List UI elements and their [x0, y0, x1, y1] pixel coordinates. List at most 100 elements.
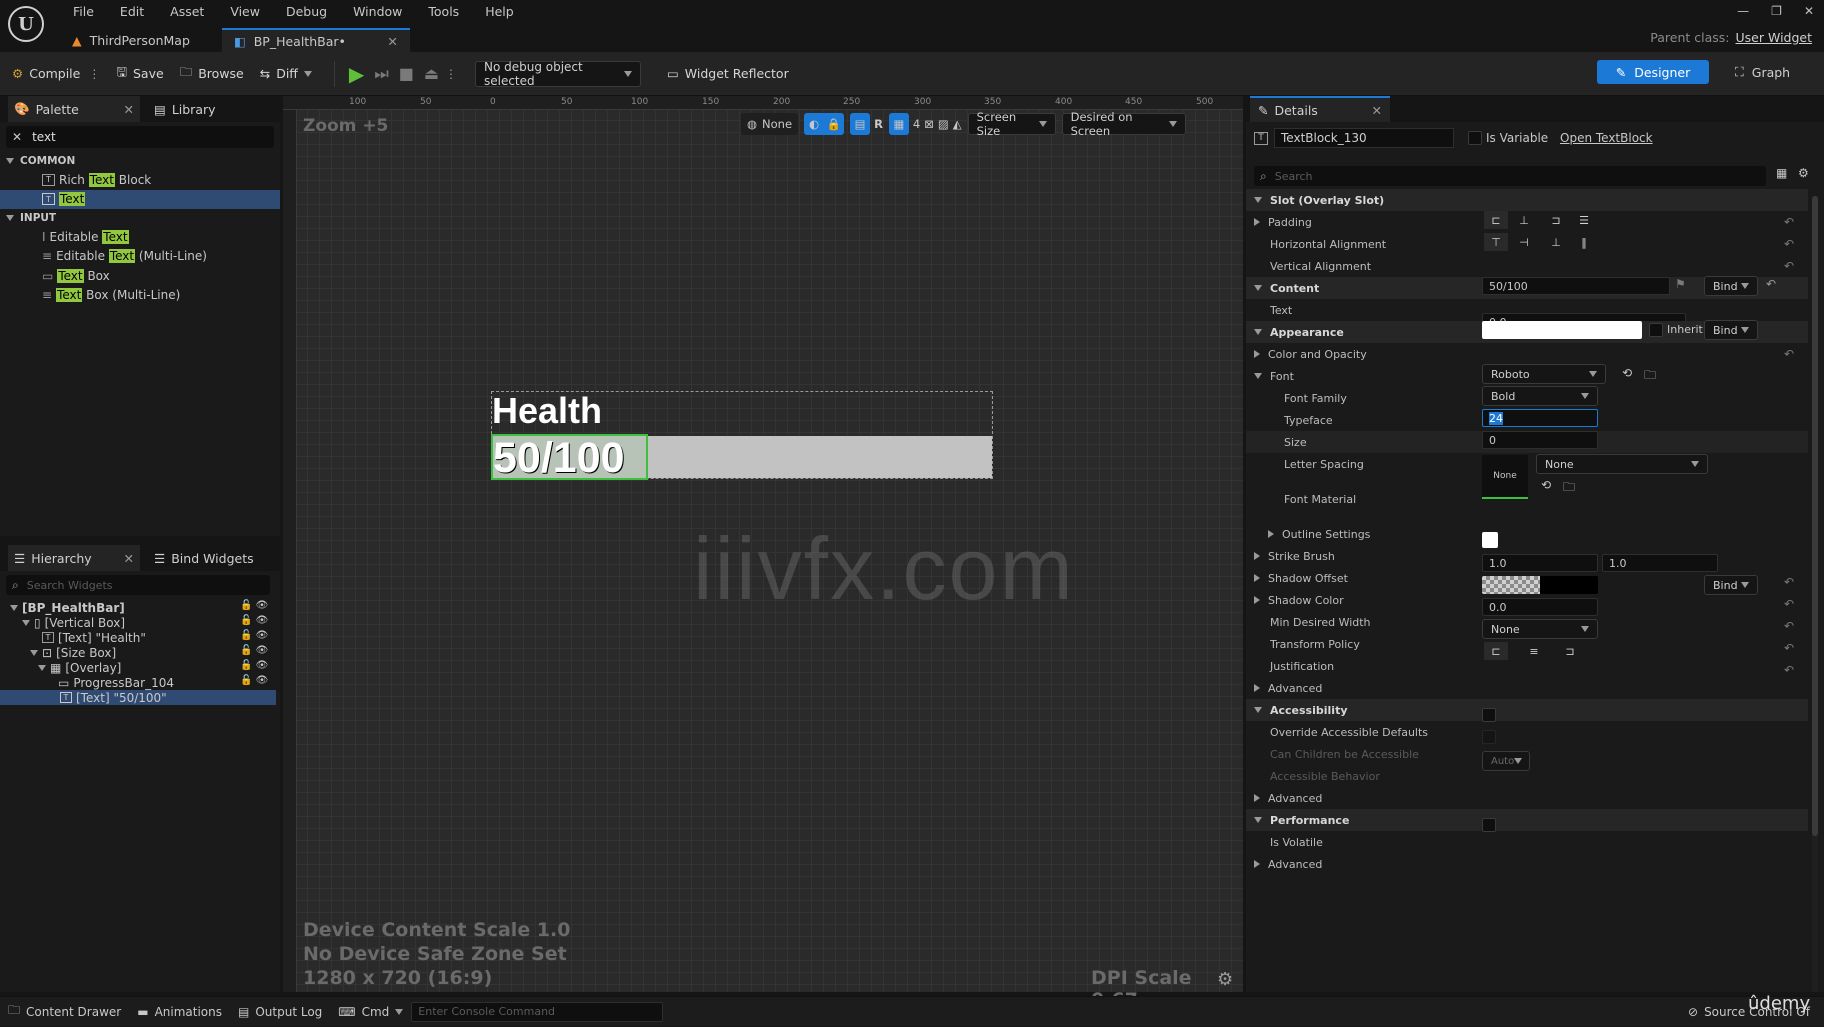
- output-log-button[interactable]: ▤ Output Log: [230, 997, 330, 1027]
- halign-center-icon[interactable]: ⊥: [1512, 211, 1536, 229]
- save-button[interactable]: 🖫 Save: [108, 60, 171, 88]
- respect-locks-icon[interactable]: ◐: [804, 113, 825, 135]
- inherit-checkbox[interactable]: [1649, 323, 1663, 337]
- color-bind-dropdown[interactable]: Bind: [1704, 320, 1758, 340]
- reset-text-icon[interactable]: ↶: [1766, 277, 1776, 291]
- background-none-button[interactable]: ◍ None: [741, 113, 799, 135]
- graph-button[interactable]: ⛶ Graph: [1735, 60, 1790, 84]
- eject-icon[interactable]: ⏏: [424, 64, 439, 83]
- section-slot[interactable]: Slot (Overlay Slot): [1246, 189, 1808, 211]
- tree-item-text-value[interactable]: T [Text] "50/100": [0, 690, 276, 705]
- diff-button[interactable]: ⇆ Diff: [252, 60, 320, 88]
- category-common[interactable]: COMMON: [0, 152, 280, 170]
- expand-icon[interactable]: [1268, 530, 1274, 538]
- compile-button[interactable]: ⚙ Compile: [4, 60, 88, 88]
- stop-icon[interactable]: ■: [399, 64, 414, 83]
- use-selected-icon[interactable]: ⟲: [1622, 366, 1632, 380]
- valign-center-icon[interactable]: ⊣: [1512, 233, 1536, 251]
- halign-left-icon[interactable]: ⊏: [1484, 211, 1508, 229]
- animations-button[interactable]: ▬ Animations: [129, 997, 230, 1027]
- r-toggle[interactable]: R: [874, 117, 883, 131]
- fill-mode-dropdown[interactable]: Desired on Screen: [1061, 110, 1186, 138]
- font-material-thumbnail[interactable]: None: [1482, 455, 1528, 499]
- restore-icon[interactable]: ❐: [1771, 4, 1782, 18]
- strike-brush-swatch[interactable]: [1482, 532, 1498, 548]
- menu-edit[interactable]: Edit: [107, 4, 157, 19]
- grid-icon[interactable]: ▦: [888, 113, 909, 135]
- widget-name-input[interactable]: TextBlock_130: [1274, 128, 1454, 148]
- designer-button[interactable]: ✎ Designer: [1597, 60, 1709, 84]
- close-details-icon[interactable]: ✕: [1372, 103, 1382, 118]
- row-advanced-accessibility[interactable]: Advanced: [1246, 787, 1808, 809]
- widget-reflector-button[interactable]: ▭ Widget Reflector: [659, 60, 797, 88]
- menu-view[interactable]: View: [217, 4, 273, 19]
- expand-icon[interactable]: [1254, 552, 1260, 560]
- tree-item-progressbar[interactable]: ▭ ProgressBar_104: [0, 675, 280, 690]
- details-tab[interactable]: ✎ Details ✕: [1250, 96, 1390, 122]
- lock-eye-row-3[interactable]: 🔓 👁: [240, 645, 276, 660]
- palette-item-editable-text-multiline[interactable]: ≡ Editable Text (Multi-Line): [0, 247, 280, 267]
- menu-debug[interactable]: Debug: [273, 4, 340, 19]
- open-textblock-link[interactable]: Open TextBlock: [1560, 131, 1653, 145]
- tree-item-text-health[interactable]: T [Text] "Health": [0, 630, 280, 645]
- override-accessible-checkbox[interactable]: [1482, 708, 1496, 722]
- reset-padding-icon[interactable]: ↶: [1784, 215, 1794, 229]
- parent-class-link[interactable]: User Widget: [1736, 30, 1812, 45]
- lock-eye-row-1[interactable]: 🔓 👁: [240, 615, 276, 630]
- image-icon[interactable]: ▨: [938, 117, 949, 131]
- text-input[interactable]: 50/100: [1482, 277, 1670, 295]
- transform-icon[interactable]: ⊠: [924, 117, 934, 131]
- tree-item-vertical-box[interactable]: ▯ [Vertical Box]: [0, 615, 280, 630]
- palette-item-editable-text[interactable]: I Editable Text: [0, 227, 280, 247]
- screen-size-dropdown[interactable]: Screen Size: [967, 110, 1056, 138]
- lock-eye-row-4[interactable]: 🔓 👁: [240, 660, 276, 675]
- close-window-icon[interactable]: ✕: [1804, 4, 1814, 18]
- reset-halign-icon[interactable]: ↶: [1784, 237, 1794, 251]
- palette-item-text[interactable]: T Text: [0, 189, 280, 209]
- palette-tab[interactable]: 🎨 Palette ✕: [8, 96, 140, 122]
- close-hierarchy-icon[interactable]: ✕: [124, 551, 134, 566]
- justify-center-icon[interactable]: ≡: [1522, 642, 1546, 660]
- settings-icon[interactable]: ⚙: [1798, 166, 1809, 180]
- reset-justification-icon[interactable]: ↶: [1784, 663, 1794, 677]
- valign-top-icon[interactable]: ⊤: [1484, 233, 1508, 251]
- color-opacity-swatch[interactable]: [1482, 321, 1642, 339]
- designer-viewport[interactable]: 100 50 0 50 100 150 200 250 300 350 400 …: [283, 96, 1243, 1011]
- library-tab[interactable]: ▤ Library: [154, 102, 216, 117]
- reset-min-width-icon[interactable]: ↶: [1784, 619, 1794, 633]
- category-input[interactable]: INPUT: [0, 209, 280, 227]
- min-desired-width-input[interactable]: 0.0: [1482, 598, 1598, 616]
- scale-icon[interactable]: ◭: [953, 117, 962, 131]
- shadow-color-bind-dropdown[interactable]: Bind: [1704, 575, 1758, 595]
- expand-icon[interactable]: [1254, 350, 1260, 358]
- console-input[interactable]: Enter Console Command: [411, 1001, 664, 1022]
- reset-valign-icon[interactable]: ↶: [1784, 259, 1794, 273]
- preview-value-text[interactable]: 50/100: [493, 437, 625, 480]
- localize-flag-icon[interactable]: ⚑: [1675, 277, 1686, 291]
- tab-thirdpersonmap[interactable]: ▲ ThirdPersonMap: [60, 28, 202, 52]
- tree-item-overlay[interactable]: ▦ [Overlay]: [0, 660, 280, 675]
- palette-item-text-box-multiline[interactable]: ≡ Text Box (Multi-Line): [0, 286, 280, 306]
- bind-widgets-tab[interactable]: ☰ Bind Widgets: [154, 551, 254, 566]
- layout-icon[interactable]: ▤: [850, 113, 871, 135]
- play-icon[interactable]: ▶: [349, 62, 364, 86]
- preview-health-text[interactable]: Health: [492, 393, 602, 429]
- expand-icon[interactable]: [1254, 218, 1260, 226]
- halign-fill-icon[interactable]: ☰: [1572, 211, 1596, 229]
- valign-fill-icon[interactable]: ‖: [1572, 233, 1596, 251]
- font-family-dropdown[interactable]: Roboto: [1482, 364, 1606, 384]
- close-palette-icon[interactable]: ✕: [124, 102, 134, 117]
- browse-button[interactable]: 🗀 Browse: [172, 60, 252, 88]
- justify-right-icon[interactable]: ⊐: [1558, 642, 1582, 660]
- lock-eye-row-5[interactable]: 🔓 👁: [240, 675, 276, 690]
- justify-left-icon[interactable]: ⊏: [1484, 642, 1508, 660]
- shadow-color-swatch[interactable]: [1482, 576, 1598, 594]
- use-selected-material-icon[interactable]: ⟲: [1541, 478, 1551, 492]
- details-search[interactable]: ⌕ Search: [1254, 166, 1766, 186]
- reset-shadow-color-icon[interactable]: ↶: [1784, 597, 1794, 611]
- menu-file[interactable]: File: [60, 4, 107, 19]
- row-advanced-performance[interactable]: Advanced: [1246, 853, 1808, 875]
- shadow-offset-x-input[interactable]: 1.0: [1482, 554, 1598, 572]
- expand-icon[interactable]: [1254, 574, 1260, 582]
- is-volatile-checkbox[interactable]: [1482, 818, 1496, 832]
